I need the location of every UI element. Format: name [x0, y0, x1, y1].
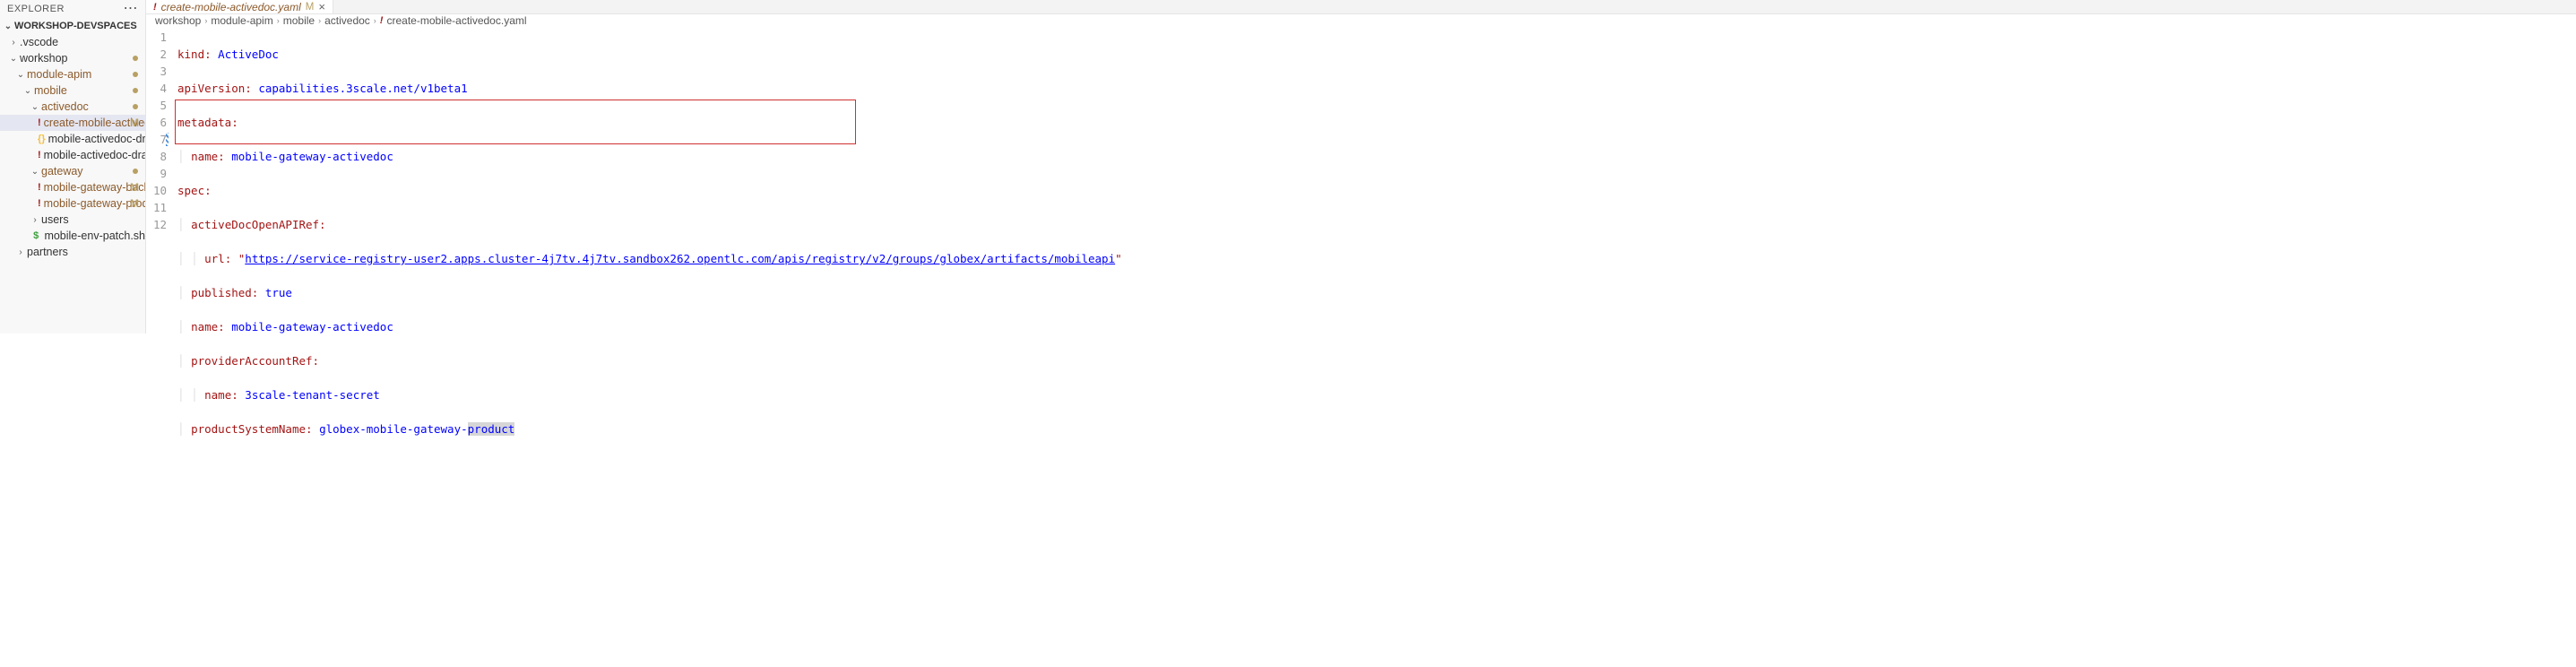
chevron-right-icon: ›	[30, 215, 39, 225]
chevron-right-icon: ›	[9, 38, 18, 48]
line-number: 3	[146, 63, 167, 80]
explorer-header: EXPLORER ⋯	[0, 0, 145, 18]
modified-dot-icon	[133, 104, 138, 109]
code-line[interactable]: │ name: mobile-gateway-activedoc	[177, 318, 2576, 335]
tree-folder-partners[interactable]: ›partners	[0, 244, 145, 260]
line-number: 4	[146, 80, 167, 97]
tree-file-env-patch[interactable]: $mobile-env-patch.sh	[0, 228, 145, 244]
modified-dot-icon	[133, 72, 138, 77]
code-line[interactable]: │ activeDocOpenAPIRef:	[177, 216, 2576, 233]
chevron-down-icon: ⌄	[16, 70, 25, 80]
modified-badge: M	[130, 197, 139, 210]
modified-badge: M	[130, 181, 139, 194]
yaml-file-icon: !	[38, 182, 41, 193]
close-icon[interactable]: ×	[318, 0, 325, 13]
code-line[interactable]: │ │ url: "https://service-registry-user2…	[177, 250, 2576, 267]
breadcrumb-item[interactable]: activedoc	[324, 14, 370, 27]
tree-folder-mobile[interactable]: ⌄mobile	[0, 82, 145, 99]
sidebar: EXPLORER ⋯ ⌄ WORKSHOP-DEVSPACES ›.vscode…	[0, 0, 146, 334]
code-line[interactable]: │ │ name: 3scale-tenant-secret	[177, 386, 2576, 403]
modified-dot-icon	[133, 169, 138, 174]
code-line[interactable]: spec:	[177, 182, 2576, 199]
tree-folder-vscode[interactable]: ›.vscode	[0, 34, 145, 50]
chevron-right-icon: ›	[318, 16, 321, 25]
tree-folder-module-apim[interactable]: ⌄module-apim	[0, 66, 145, 82]
line-number: 7	[146, 131, 167, 148]
tree-file-create-yaml[interactable]: !create-mobile-activedoc.yamlM	[0, 115, 145, 131]
line-number: 1	[146, 29, 167, 46]
chevron-down-icon: ⌄	[9, 54, 18, 64]
tab-bar: ! create-mobile-activedoc.yaml M ×	[146, 0, 2576, 14]
line-number: 2	[146, 46, 167, 63]
line-number: 5	[146, 97, 167, 114]
breadcrumb-item[interactable]: mobile	[283, 14, 315, 27]
code-line[interactable]: kind: ActiveDoc	[177, 46, 2576, 63]
chevron-right-icon: ›	[374, 16, 376, 25]
tree-folder-workshop[interactable]: ⌄workshop	[0, 50, 145, 66]
code-line[interactable]: metadata:	[177, 114, 2576, 131]
yaml-file-icon: !	[380, 15, 384, 26]
code-editor[interactable]: 1 2 3 4 5 6 7 8 9 10 11 12 kind: ActiveD…	[146, 27, 2576, 489]
breadcrumb[interactable]: workshop› module-apim› mobile› activedoc…	[146, 14, 2576, 27]
tree-folder-users[interactable]: ›users	[0, 212, 145, 228]
modified-badge: M	[130, 117, 139, 129]
breadcrumb-item[interactable]: create-mobile-activedoc.yaml	[386, 14, 526, 27]
line-gutter: 1 2 3 4 5 6 7 8 9 10 11 12	[146, 29, 177, 489]
tree-folder-gateway[interactable]: ⌄gateway	[0, 163, 145, 179]
code-line[interactable]: │ published: true	[177, 284, 2576, 301]
code-line[interactable]: │ productSystemName: globex-mobile-gatew…	[177, 420, 2576, 437]
line-number: 12	[146, 216, 167, 233]
code-content[interactable]: kind: ActiveDoc apiVersion: capabilities…	[177, 29, 2576, 489]
chevron-right-icon: ›	[16, 247, 25, 257]
tree-file-product-yaml[interactable]: !mobile-gateway-product.yamlM	[0, 195, 145, 212]
line-number: 8	[146, 148, 167, 165]
chevron-down-icon: ⌄	[23, 86, 32, 96]
modified-badge: M	[306, 2, 315, 13]
yaml-file-icon: !	[153, 2, 157, 13]
yaml-file-icon: !	[38, 117, 41, 128]
tree-file-backend-yaml[interactable]: !mobile-gateway-backend.yamlM	[0, 179, 145, 195]
editor-pane: ! create-mobile-activedoc.yaml M × works…	[146, 0, 2576, 334]
breadcrumb-item[interactable]: workshop	[155, 14, 201, 27]
code-line[interactable]: │ name: mobile-gateway-activedoc	[177, 148, 2576, 165]
tab-create-yaml[interactable]: ! create-mobile-activedoc.yaml M ×	[146, 0, 333, 13]
tree-file-draft-yaml[interactable]: !mobile-activedoc-draft.yaml	[0, 147, 145, 163]
tree-file-draft-json[interactable]: {}mobile-activedoc-draft.json	[0, 131, 145, 147]
line-number: 6	[146, 114, 167, 131]
chevron-right-icon: ›	[204, 16, 207, 25]
tree-folder-activedoc[interactable]: ⌄activedoc	[0, 99, 145, 115]
line-number: 9	[146, 165, 167, 182]
workspace-title: WORKSHOP-DEVSPACES	[14, 21, 137, 31]
chevron-down-icon: ⌄	[30, 167, 39, 177]
chevron-down-icon: ⌄	[30, 102, 39, 112]
chevron-down-icon: ⌄	[4, 22, 13, 31]
line-number: 10	[146, 182, 167, 199]
code-line[interactable]: apiVersion: capabilities.3scale.net/v1be…	[177, 80, 2576, 97]
yaml-file-icon: !	[38, 198, 41, 209]
workspace-header[interactable]: ⌄ WORKSHOP-DEVSPACES	[0, 18, 145, 34]
file-tree: ›.vscode ⌄workshop ⌄module-apim ⌄mobile …	[0, 34, 145, 334]
breadcrumb-item[interactable]: module-apim	[211, 14, 272, 27]
line-number: 11	[146, 199, 167, 216]
code-line[interactable]: │ providerAccountRef:	[177, 352, 2576, 369]
modified-dot-icon	[133, 88, 138, 93]
json-file-icon: {}	[38, 134, 46, 144]
explorer-title: EXPLORER	[7, 4, 65, 14]
shell-file-icon: $	[30, 230, 41, 241]
chevron-right-icon: ›	[277, 16, 280, 25]
explorer-more-icon[interactable]: ⋯	[124, 4, 139, 13]
yaml-file-icon: !	[38, 150, 41, 160]
tab-label: create-mobile-activedoc.yaml	[161, 1, 301, 13]
modified-dot-icon	[133, 56, 138, 61]
